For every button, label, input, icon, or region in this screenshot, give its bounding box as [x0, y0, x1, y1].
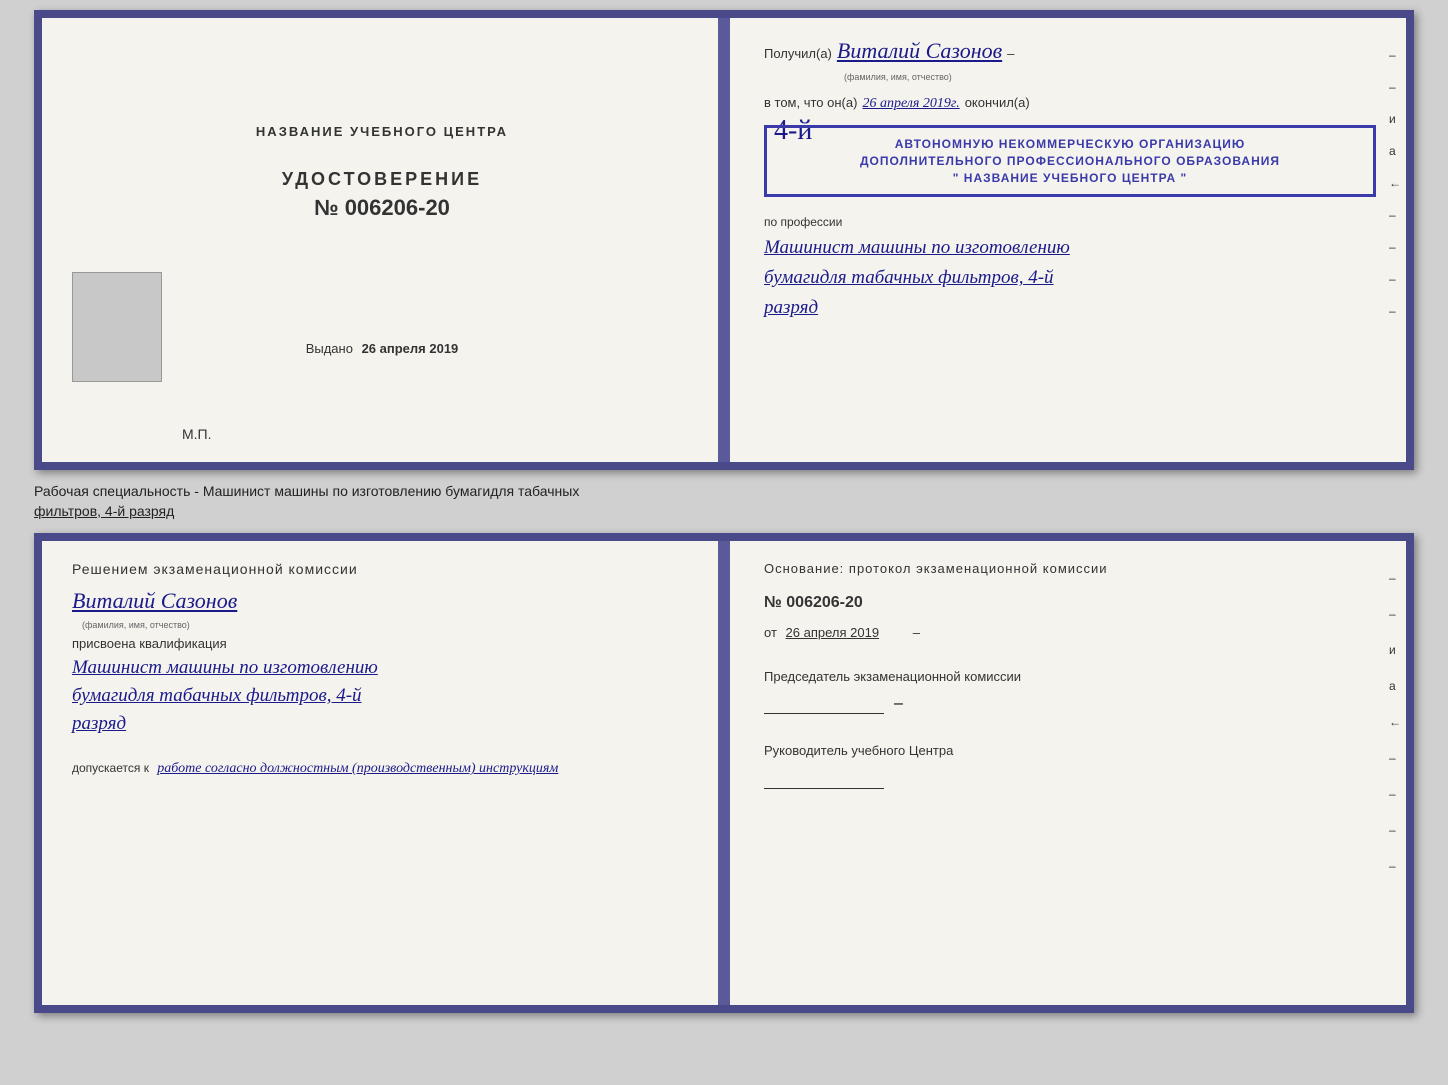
vtom-date: 26 апреля 2019г.: [862, 96, 959, 112]
top-document: НАЗВАНИЕ УЧЕБНОГО ЦЕНТРА УДОСТОВЕРЕНИЕ №…: [34, 10, 1414, 470]
recipient-line: Получил(а) Виталий Сазонов –: [764, 38, 1376, 64]
recipient-dash: –: [1007, 46, 1014, 61]
cert-label: УДОСТОВЕРЕНИЕ: [282, 169, 482, 190]
issued-date: 26 апреля 2019: [362, 341, 459, 356]
profession-line1: Машинист машины по изготовлению: [764, 237, 1376, 259]
work-text: работе согласно должностным (производств…: [157, 761, 558, 776]
bottom-left-page: Решением экзаменационной комиссии Витали…: [42, 541, 724, 1005]
qual-line1: Машинист машины по изготовлению: [72, 657, 692, 679]
doc-spine: [718, 18, 730, 462]
bottom-right-page: – – и а ← – – – – Основание: протокол эк…: [724, 541, 1406, 1005]
work-prefix: допускается к: [72, 761, 149, 775]
separator-line1: Рабочая специальность - Машинист машины …: [34, 482, 1414, 502]
profession-line3: разряд: [764, 297, 1376, 319]
work-permission: допускается к работе согласно должностны…: [72, 761, 692, 777]
profession-label: по профессии: [764, 215, 1376, 229]
recipient-prefix: Получил(а): [764, 46, 832, 61]
head-signature-area: [764, 769, 1376, 789]
stamp-line3: " НАЗВАНИЕ УЧЕБНОГО ЦЕНТРА ": [779, 170, 1361, 187]
protocol-number: № 006206-20: [764, 594, 1376, 612]
from-prefix: от: [764, 625, 777, 640]
from-date-value: 26 апреля 2019: [786, 625, 880, 640]
bottom-person-subtitle: (фамилия, имя, отчество): [82, 620, 692, 630]
decision-title: Решением экзаменационной комиссии: [72, 561, 692, 577]
qual-line3: разряд: [72, 713, 692, 735]
right-margin-marks-top: – – и а ← – – – –: [1389, 48, 1401, 318]
recipient-name: Виталий Сазонов: [837, 38, 1002, 64]
stamp-block: АВТОНОМНУЮ НЕКОММЕРЧЕСКУЮ ОРГАНИЗАЦИЮ ДО…: [764, 125, 1376, 197]
training-center-title: НАЗВАНИЕ УЧЕБНОГО ЦЕНТРА: [256, 124, 508, 139]
top-left-page: НАЗВАНИЕ УЧЕБНОГО ЦЕНТРА УДОСТОВЕРЕНИЕ №…: [42, 18, 724, 462]
cert-number: № 006206-20: [314, 195, 450, 221]
stamp-line1: АВТОНОМНУЮ НЕКОММЕРЧЕСКУЮ ОРГАНИЗАЦИЮ: [779, 136, 1361, 153]
vtom-suffix: окончил(а): [965, 95, 1030, 110]
doc-spine-bottom: [718, 541, 730, 1005]
top-right-page: – – и а ← – – – – Получил(а) Виталий Саз…: [724, 18, 1406, 462]
chair-signature-line: [764, 699, 884, 714]
stamp-container: 4-й АВТОНОМНУЮ НЕКОММЕРЧЕСКУЮ ОРГАНИЗАЦИ…: [764, 120, 1376, 202]
from-date: от 26 апреля 2019 –: [764, 625, 1376, 640]
profession-line2: бумагидля табачных фильтров, 4-й: [764, 267, 1376, 289]
qual-label: присвоена квалификация: [72, 636, 692, 651]
head-label: Руководитель учебного Центра: [764, 742, 1376, 760]
right-margin-marks-bottom: – – и а ← – – – –: [1389, 571, 1401, 873]
vtom-line: в том, что он(а) 26 апреля 2019г. окончи…: [764, 95, 1376, 112]
qual-line2: бумагидля табачных фильтров, 4-й: [72, 685, 692, 707]
mp-label: М.П.: [182, 426, 212, 442]
separator-line2: фильтров, 4-й разряд: [34, 502, 1414, 522]
bottom-document: Решением экзаменационной комиссии Витали…: [34, 533, 1414, 1013]
chair-signature-area: –: [764, 694, 1376, 714]
head-signature-line: [764, 774, 884, 789]
bottom-person-name: Виталий Сазонов: [72, 588, 692, 614]
separator-text: Рабочая специальность - Машинист машины …: [34, 478, 1414, 525]
issued-line: Выдано 26 апреля 2019: [306, 341, 459, 356]
recipient-subtitle: (фамилия, имя, отчество): [844, 72, 1376, 82]
chair-label: Председатель экзаменационной комиссии: [764, 668, 1376, 686]
photo-placeholder: [72, 272, 162, 382]
basis-label: Основание: протокол экзаменационной коми…: [764, 561, 1376, 576]
page-wrapper: НАЗВАНИЕ УЧЕБНОГО ЦЕНТРА УДОСТОВЕРЕНИЕ №…: [0, 0, 1448, 1085]
stamp-line2: ДОПОЛНИТЕЛЬНОГО ПРОФЕССИОНАЛЬНОГО ОБРАЗО…: [779, 153, 1361, 170]
issued-prefix: Выдано: [306, 341, 353, 356]
vtom-prefix: в том, что он(а): [764, 95, 857, 110]
separator-line2-underline: фильтров, 4-й разряд: [34, 503, 174, 519]
